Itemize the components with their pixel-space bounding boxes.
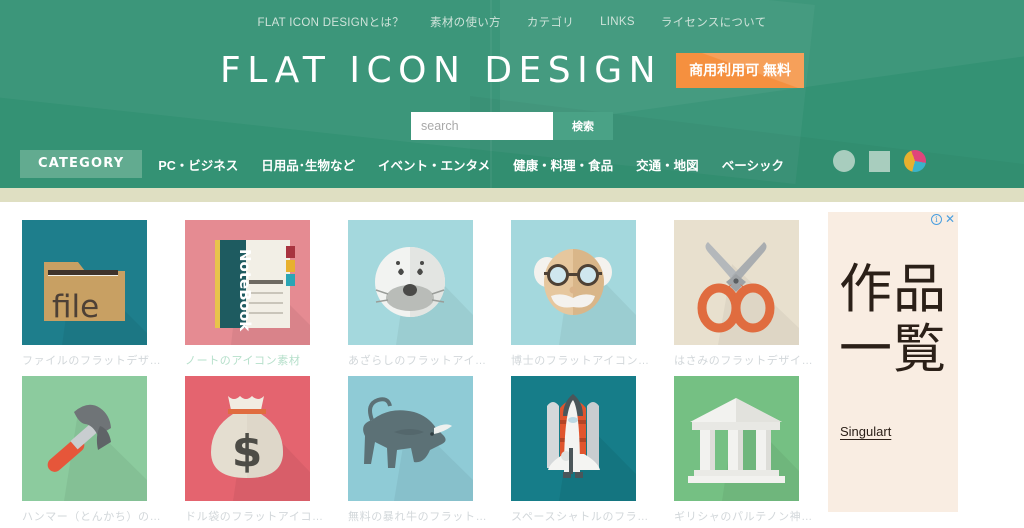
nav-item-category[interactable]: カテゴリ — [527, 14, 574, 30]
notebook-icon[interactable]: NoteBook — [185, 220, 310, 345]
ad-brand-link[interactable]: Singulart — [840, 424, 891, 439]
icon-grid: file ファイルのフラットデザ… NoteBook ノートのアイコン素材 あざ… — [22, 220, 813, 524]
icon-card-label[interactable]: ギリシャのパルテノン神… — [674, 510, 815, 524]
search-row: 検索 — [0, 112, 1024, 140]
scissors-icon[interactable] — [674, 220, 799, 345]
ad-controls: i ✕ — [930, 213, 955, 225]
icon-card-label[interactable]: ノートのアイコン素材 — [185, 354, 326, 368]
header-bottom-band — [0, 188, 1024, 202]
icon-card-label[interactable]: はさみのフラットデザイ… — [674, 354, 815, 368]
icon-card[interactable]: ギリシャのパルテノン神… — [674, 376, 815, 524]
close-icon[interactable]: ✕ — [945, 213, 955, 225]
circle-shape-button[interactable] — [833, 150, 855, 172]
free-commercial-badge-label: 商用利用可 無料 — [689, 61, 791, 78]
nav-item-license[interactable]: ライセンスについて — [661, 14, 767, 30]
icon-card-label[interactable]: スペースシャトルのフラ… — [511, 510, 652, 524]
icon-card[interactable]: あざらしのフラットアイ… — [348, 220, 489, 368]
icon-card[interactable]: ハンマー（とんかち）の… — [22, 376, 163, 524]
ad-column: i ✕ Singulart 作品一覧 Singulart — [810, 202, 1024, 528]
main-content: file ファイルのフラットデザ… NoteBook ノートのアイコン素材 あざ… — [0, 202, 1024, 528]
ad-headline: 作品一覧 — [839, 259, 947, 380]
icon-card-label[interactable]: ファイルのフラットデザ… — [22, 354, 163, 368]
svg-text:file: file — [52, 289, 99, 325]
icon-card-label[interactable]: あざらしのフラットアイ… — [348, 354, 489, 368]
svg-text:$: $ — [232, 426, 263, 477]
category-item-event[interactable]: イベント・エンタメ — [378, 155, 490, 174]
category-links: PC・ビジネス 日用品･生物など イベント・エンタメ 健康・料理・食品 交通・地… — [158, 155, 784, 174]
icon-card[interactable]: $ ドル袋のフラットアイコ… — [185, 376, 326, 524]
site-logo[interactable]: FLAT ICON DESIGN — [220, 50, 662, 91]
icon-card[interactable]: スペースシャトルのフラ… — [511, 376, 652, 524]
free-commercial-badge: 商用利用可 無料 — [676, 52, 804, 88]
category-item-daily-goods[interactable]: 日用品･生物など — [261, 155, 355, 174]
icon-card-label[interactable]: 無料の暴れ牛のフラット… — [348, 510, 489, 524]
shape-filter-buttons — [833, 150, 926, 172]
site-header: FLAT ICON DESIGNとは？ 素材の使い方 カテゴリ LINKS ライ… — [0, 0, 1024, 188]
icon-card-label[interactable]: ドル袋のフラットアイコ… — [185, 510, 326, 524]
space-shuttle-icon[interactable] — [511, 376, 636, 501]
professor-face-icon[interactable] — [511, 220, 636, 345]
category-item-basic[interactable]: ベーシック — [722, 155, 784, 174]
icon-card[interactable]: NoteBook ノートのアイコン素材 — [185, 220, 326, 368]
seal-face-icon[interactable] — [348, 220, 473, 345]
category-label-pill[interactable]: CATEGORY — [20, 150, 143, 178]
pie-shape-button[interactable] — [904, 150, 926, 172]
square-shape-button[interactable] — [869, 150, 890, 172]
search-input[interactable] — [411, 112, 553, 140]
category-item-pc-business[interactable]: PC・ビジネス — [158, 155, 238, 174]
parthenon-temple-icon[interactable] — [674, 376, 799, 501]
nav-item-about[interactable]: FLAT ICON DESIGNとは？ — [258, 14, 405, 30]
info-icon[interactable]: i — [930, 214, 942, 225]
icon-card[interactable]: 博士のフラットアイコン… — [511, 220, 652, 368]
nav-item-howto[interactable]: 素材の使い方 — [430, 14, 501, 30]
nav-item-links[interactable]: LINKS — [600, 16, 635, 28]
bull-icon[interactable] — [348, 376, 473, 501]
icon-card[interactable]: はさみのフラットデザイ… — [674, 220, 815, 368]
icon-card-label[interactable]: ハンマー（とんかち）の… — [22, 510, 163, 524]
file-folder-icon[interactable]: file — [22, 220, 147, 345]
icon-card-label[interactable]: 博士のフラットアイコン… — [511, 354, 652, 368]
icon-grid-wrap: file ファイルのフラットデザ… NoteBook ノートのアイコン素材 あざ… — [0, 202, 813, 528]
hammer-icon[interactable] — [22, 376, 147, 501]
logo-row: FLAT ICON DESIGN 商用利用可 無料 — [0, 46, 1024, 94]
advertisement[interactable]: i ✕ Singulart 作品一覧 Singulart — [828, 212, 958, 512]
top-navigation: FLAT ICON DESIGNとは？ 素材の使い方 カテゴリ LINKS ライ… — [0, 0, 1024, 30]
category-item-health-food[interactable]: 健康・料理・食品 — [513, 155, 613, 174]
category-item-transport-map[interactable]: 交通・地図 — [636, 155, 699, 174]
category-bar: CATEGORY PC・ビジネス 日用品･生物など イベント・エンタメ 健康・料… — [0, 148, 1024, 180]
icon-card[interactable]: 無料の暴れ牛のフラット… — [348, 376, 489, 524]
svg-text:NoteBook: NoteBook — [236, 249, 254, 332]
search-button[interactable]: 検索 — [553, 112, 613, 140]
icon-card[interactable]: file ファイルのフラットデザ… — [22, 220, 163, 368]
money-bag-icon[interactable]: $ — [185, 376, 310, 501]
